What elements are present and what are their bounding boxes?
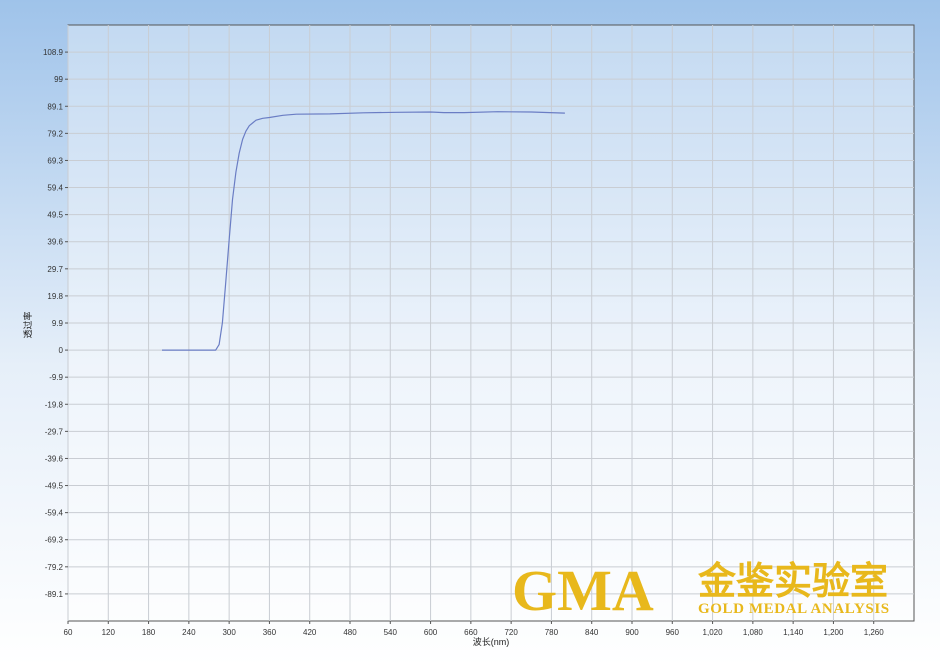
- x-tick-label: 1,140: [783, 628, 804, 637]
- x-tick-label: 720: [504, 628, 518, 637]
- x-tick-label: 900: [625, 628, 639, 637]
- x-tick-label: 180: [142, 628, 156, 637]
- watermark-logo: GMA: [512, 558, 654, 623]
- x-tick-label: 480: [343, 628, 357, 637]
- x-tick-label: 960: [666, 628, 680, 637]
- x-tick-label: 120: [102, 628, 116, 637]
- y-tick-label: 69.3: [47, 156, 63, 165]
- y-tick-label: -19.8: [45, 400, 64, 409]
- x-tick-label: 300: [222, 628, 236, 637]
- x-axis-title: 波长(nm): [473, 636, 510, 647]
- x-tick-label: 1,020: [703, 628, 724, 637]
- y-tick-label: -59.4: [45, 509, 64, 518]
- x-tick-label: 1,260: [864, 628, 885, 637]
- x-tick-label: 1,200: [823, 628, 844, 637]
- y-tick-label: 0: [59, 346, 64, 355]
- y-tick-label: 19.8: [47, 292, 63, 301]
- y-tick-label: 9.9: [52, 319, 64, 328]
- y-tick-label: -29.7: [45, 427, 64, 436]
- x-tick-label: 60: [64, 628, 73, 637]
- x-tick-label: 780: [545, 628, 559, 637]
- y-tick-label: 108.9: [43, 48, 64, 57]
- y-tick-label: 39.6: [47, 238, 63, 247]
- watermark-english: GOLD MEDAL ANALYSIS: [698, 601, 890, 617]
- y-tick-label: -89.1: [45, 590, 64, 599]
- x-tick-label: 540: [384, 628, 398, 637]
- chart: 108.9 99 89.1 79.2 69.3 59.4 49.5 39.6 29.7 19.8 9…: [0, 0, 940, 666]
- y-tick-label: -69.3: [45, 536, 64, 545]
- x-tick-label: 420: [303, 628, 317, 637]
- y-tick-label: 59.4: [47, 184, 63, 193]
- x-tick-label: 840: [585, 628, 599, 637]
- watermark: GMA 金鉴实验室 GOLD MEDAL ANALYSIS: [512, 558, 890, 623]
- x-tick-label: 360: [263, 628, 277, 637]
- y-tick-label: 99: [54, 75, 63, 84]
- y-tick-label: -79.2: [45, 563, 64, 572]
- y-tick-label: 29.7: [47, 265, 63, 274]
- x-tick-label: 1,080: [743, 628, 764, 637]
- watermark-chinese: 金鉴实验室: [697, 558, 888, 603]
- y-tick-label: 89.1: [47, 102, 63, 111]
- y-tick-label: 49.5: [47, 211, 63, 220]
- y-tick-label: -49.5: [45, 482, 64, 491]
- x-tick-label: 600: [424, 628, 438, 637]
- x-tick-label: 240: [182, 628, 196, 637]
- y-tick-label: -9.9: [49, 373, 63, 382]
- y-axis-title: 透过率: [22, 311, 33, 338]
- y-tick-label: 79.2: [47, 129, 63, 138]
- x-tick-label: 660: [464, 628, 478, 637]
- y-tick-label: -39.6: [45, 454, 64, 463]
